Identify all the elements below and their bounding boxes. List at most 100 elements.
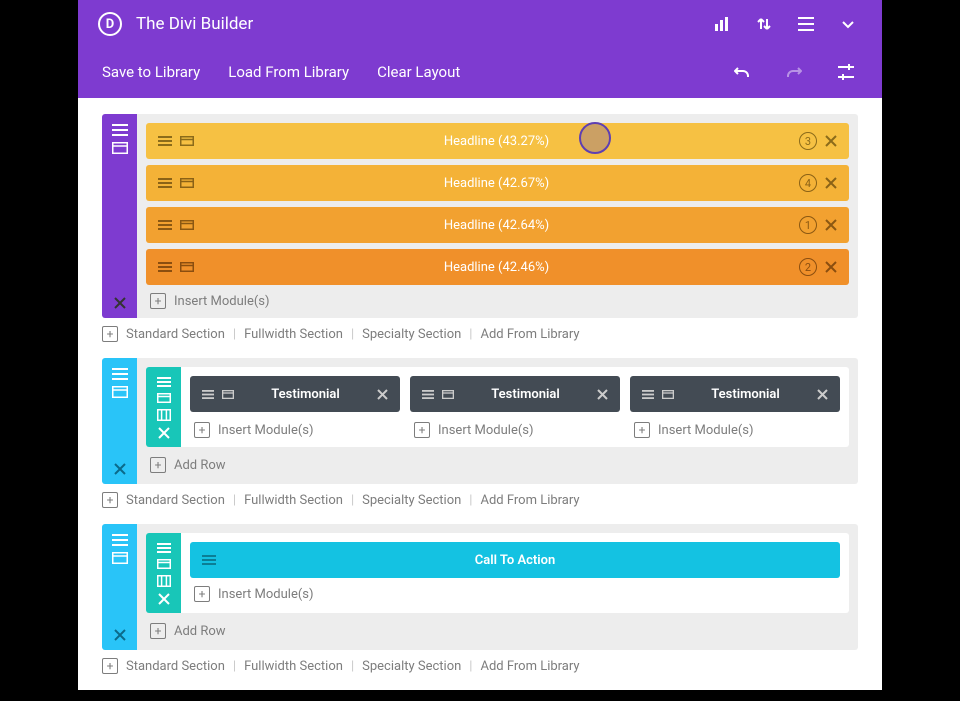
- variant-number: 3: [799, 132, 817, 150]
- drag-icon[interactable]: [642, 390, 654, 399]
- drag-icon[interactable]: [158, 178, 172, 188]
- settings-adjust-icon[interactable]: [834, 60, 858, 84]
- layout-icon[interactable]: [180, 262, 194, 272]
- row-body: Call To Action + Insert Module(s): [181, 533, 849, 613]
- section-delete-icon[interactable]: [102, 462, 137, 476]
- layout-icon[interactable]: [157, 559, 171, 569]
- layout-icon[interactable]: [180, 178, 194, 188]
- close-icon[interactable]: [377, 389, 388, 400]
- headline-module[interactable]: Headline (42.46%) 2: [146, 249, 849, 285]
- close-icon[interactable]: [158, 593, 170, 605]
- layout-icon[interactable]: [662, 390, 674, 399]
- add-row-button[interactable]: + Add Row: [146, 447, 849, 475]
- headline-module[interactable]: Headline (42.64%) 1: [146, 207, 849, 243]
- close-icon[interactable]: [817, 389, 828, 400]
- add-specialty-section[interactable]: Specialty Section: [362, 659, 461, 674]
- headline-module[interactable]: Headline (42.67%) 4: [146, 165, 849, 201]
- chevron-down-icon[interactable]: [834, 10, 862, 38]
- insert-module-button[interactable]: + Insert Module(s): [630, 420, 840, 438]
- drag-icon[interactable]: [112, 124, 128, 136]
- plus-icon[interactable]: +: [102, 492, 118, 508]
- add-fullwidth-section[interactable]: Fullwidth Section: [244, 493, 343, 508]
- columns-icon[interactable]: [157, 409, 171, 421]
- add-standard-section[interactable]: Standard Section: [126, 493, 225, 508]
- undo-icon[interactable]: [730, 60, 754, 84]
- variant-number: 1: [799, 216, 817, 234]
- add-from-library[interactable]: Add From Library: [480, 659, 579, 674]
- header-top-bar: D The Divi Builder: [78, 0, 882, 48]
- layout-icon[interactable]: [180, 136, 194, 146]
- insert-module-button[interactable]: + Insert Module(s): [190, 578, 840, 602]
- plus-icon: +: [634, 422, 650, 438]
- divi-logo: D: [98, 12, 122, 36]
- section-handle[interactable]: [102, 524, 137, 650]
- drag-icon[interactable]: [157, 543, 171, 553]
- layout-icon[interactable]: [222, 390, 234, 399]
- layout-icon[interactable]: [442, 390, 454, 399]
- add-row-label: Add Row: [174, 458, 226, 473]
- add-row-button[interactable]: + Add Row: [146, 613, 849, 641]
- close-icon[interactable]: [825, 261, 837, 273]
- add-specialty-section[interactable]: Specialty Section: [362, 493, 461, 508]
- add-fullwidth-section[interactable]: Fullwidth Section: [244, 327, 343, 342]
- plus-icon[interactable]: +: [102, 326, 118, 342]
- section-body: Testimonial + Insert Module(s): [137, 358, 858, 484]
- drag-icon[interactable]: [158, 262, 172, 272]
- insert-module-button[interactable]: + Insert Module(s): [190, 420, 400, 438]
- drag-icon[interactable]: [158, 220, 172, 230]
- layout-icon[interactable]: [112, 552, 128, 564]
- close-icon[interactable]: [825, 135, 837, 147]
- hamburger-icon[interactable]: [792, 10, 820, 38]
- testimonial-module[interactable]: Testimonial: [630, 376, 840, 412]
- row-handle[interactable]: [146, 533, 181, 613]
- app-title: The Divi Builder: [136, 14, 253, 34]
- add-from-library[interactable]: Add From Library: [480, 327, 579, 342]
- insert-label: Insert Module(s): [174, 294, 270, 309]
- section-handle[interactable]: [102, 114, 137, 318]
- close-icon[interactable]: [597, 389, 608, 400]
- add-fullwidth-section[interactable]: Fullwidth Section: [244, 659, 343, 674]
- plus-icon[interactable]: +: [102, 658, 118, 674]
- cta-module[interactable]: Call To Action: [190, 542, 840, 578]
- close-icon[interactable]: [825, 219, 837, 231]
- section-delete-icon[interactable]: [102, 296, 137, 310]
- layout-icon[interactable]: [112, 386, 128, 398]
- headline-module[interactable]: Headline (43.27%) 3: [146, 123, 849, 159]
- add-standard-section[interactable]: Standard Section: [126, 659, 225, 674]
- drag-icon[interactable]: [112, 368, 128, 380]
- insert-module-button[interactable]: + Insert Module(s): [146, 285, 849, 309]
- close-icon[interactable]: [158, 427, 170, 439]
- sort-icon[interactable]: [750, 10, 778, 38]
- plus-icon: +: [150, 623, 166, 639]
- section-delete-icon[interactable]: [102, 628, 137, 642]
- redo-icon[interactable]: [782, 60, 806, 84]
- module-label: Headline (42.46%): [202, 260, 791, 275]
- module-label: Call To Action: [224, 553, 806, 568]
- add-specialty-section[interactable]: Specialty Section: [362, 327, 461, 342]
- section-body: Call To Action + Insert Module(s) + Add …: [137, 524, 858, 650]
- section-handle[interactable]: [102, 358, 137, 484]
- drag-icon[interactable]: [112, 534, 128, 546]
- close-icon[interactable]: [825, 177, 837, 189]
- stats-icon[interactable]: [708, 10, 736, 38]
- save-to-library-button[interactable]: Save to Library: [102, 63, 200, 81]
- drag-icon[interactable]: [157, 377, 171, 387]
- drag-icon[interactable]: [202, 555, 216, 565]
- insert-module-button[interactable]: + Insert Module(s): [410, 420, 620, 438]
- layout-icon[interactable]: [180, 220, 194, 230]
- load-from-library-button[interactable]: Load From Library: [228, 63, 349, 81]
- section-standard: Call To Action + Insert Module(s) + Add …: [102, 524, 858, 650]
- columns-icon[interactable]: [157, 575, 171, 587]
- drag-icon[interactable]: [422, 390, 434, 399]
- row-handle[interactable]: [146, 367, 181, 447]
- clear-layout-button[interactable]: Clear Layout: [377, 63, 460, 81]
- add-standard-section[interactable]: Standard Section: [126, 327, 225, 342]
- module-label: Testimonial: [462, 387, 589, 402]
- layout-icon[interactable]: [157, 393, 171, 403]
- layout-icon[interactable]: [112, 142, 128, 154]
- testimonial-module[interactable]: Testimonial: [410, 376, 620, 412]
- add-from-library[interactable]: Add From Library: [480, 493, 579, 508]
- drag-icon[interactable]: [202, 390, 214, 399]
- drag-icon[interactable]: [158, 136, 172, 146]
- testimonial-module[interactable]: Testimonial: [190, 376, 400, 412]
